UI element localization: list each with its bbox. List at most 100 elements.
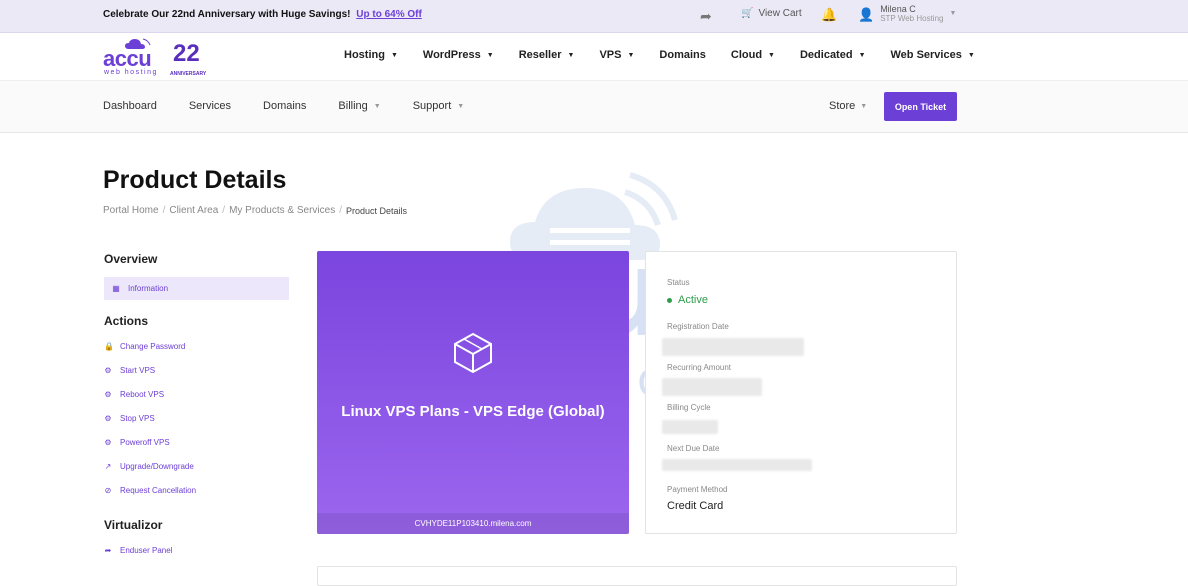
nav-label: Services	[188, 100, 232, 112]
product-name: Linux VPS Plans - VPS Edge (Global)	[341, 403, 605, 420]
promo-message: Celebrate Our 22nd Anniversary with Huge…	[103, 9, 351, 20]
action-upgrade-downgrade[interactable]: ↗ Upgrade/Downgrade	[104, 454, 289, 478]
payment-method-value: Credit Card	[667, 500, 724, 512]
nav-services[interactable]: Services	[189, 100, 231, 112]
menu-vps[interactable]: VPS ▼	[599, 49, 634, 61]
bottom-panel	[317, 566, 957, 586]
client-area-nav: Dashboard Services Domains Billing ▼ Supp…	[0, 81, 1188, 133]
breadcrumb-separator: /	[339, 205, 342, 216]
nav-label: Domains	[263, 100, 307, 112]
nav-label: Billing	[338, 100, 368, 112]
redacted-registration-date	[662, 338, 804, 356]
nav-store[interactable]: Store ▼	[829, 100, 867, 112]
billing-cycle-label: Billing Cycle	[667, 403, 711, 412]
dashboard-icon: ▦	[112, 284, 120, 293]
status-label: Status	[667, 278, 690, 287]
menu-reseller[interactable]: Reseller ▼	[519, 49, 575, 61]
nav-dashboard[interactable]: Dashboard	[103, 100, 157, 112]
menu-hosting[interactable]: Hosting ▼	[344, 49, 398, 61]
action-change-password[interactable]: 🔒 Change Password	[104, 334, 289, 358]
user-company: STP Web Hosting	[880, 14, 944, 23]
promo-bar: Celebrate Our 22nd Anniversary with Huge…	[0, 0, 1188, 33]
anniversary-number: 22	[173, 40, 200, 67]
breadcrumb-separator: /	[222, 205, 226, 216]
gears-icon: ⚙	[104, 437, 112, 447]
caret-down-icon: ▼	[390, 51, 398, 59]
breadcrumb-home[interactable]: Portal Home	[103, 205, 159, 216]
menu-dedicated[interactable]: Dedicated ▼	[800, 49, 866, 61]
status-text: Active	[678, 294, 708, 306]
lock-icon: 🔒	[104, 341, 114, 351]
menu-label: Dedicated	[799, 49, 853, 61]
redacted-recurring-amount	[662, 378, 762, 396]
action-label: Enduser Panel	[120, 545, 173, 555]
sidebar-item-information[interactable]: ▦ Information	[104, 277, 289, 300]
caret-down-icon: ▼	[457, 102, 465, 110]
view-cart-label: View Cart	[758, 8, 802, 19]
breadcrumb-products[interactable]: My Products & Services	[229, 205, 335, 216]
menu-label: VPS	[599, 49, 622, 61]
menu-cloud[interactable]: Cloud ▼	[731, 49, 775, 61]
nav-billing[interactable]: Billing ▼	[338, 100, 380, 112]
nav-domains[interactable]: Domains	[263, 100, 306, 112]
open-ticket-button[interactable]: Open Ticket	[884, 92, 957, 121]
chevron-down-icon: ▼	[949, 10, 957, 17]
share-icon[interactable]: ➦	[700, 8, 712, 25]
actions-heading: Actions	[104, 314, 149, 328]
caret-down-icon: ▼	[860, 102, 868, 110]
registration-date-label: Registration Date	[667, 322, 729, 331]
recurring-amount-label: Recurring Amount	[667, 363, 732, 372]
action-label: Upgrade/Downgrade	[120, 461, 194, 471]
ban-icon: ⊘	[104, 485, 112, 495]
caret-down-icon: ▼	[858, 51, 866, 59]
nav-support[interactable]: Support ▼	[413, 100, 464, 112]
promo-link[interactable]: Up to 64% Off	[356, 9, 422, 20]
menu-web-services[interactable]: Web Services ▼	[891, 49, 975, 61]
promo-text: Celebrate Our 22nd Anniversary with Huge…	[103, 9, 422, 20]
menu-label: Domains	[659, 49, 706, 61]
menu-wordpress[interactable]: WordPress ▼	[423, 49, 494, 61]
menu-label: Web Services	[890, 49, 962, 61]
external-link-icon: ↗	[104, 461, 112, 471]
sidebar-item-label: Information	[128, 284, 169, 293]
next-due-date-label: Next Due Date	[667, 444, 720, 453]
user-menu[interactable]: 👤 Milena C STP Web Hosting ▼	[858, 4, 956, 24]
action-enduser-panel[interactable]: ➦ Enduser Panel	[104, 538, 289, 562]
payment-method-label: Payment Method	[667, 485, 728, 494]
bell-icon[interactable]: 🔔	[821, 7, 837, 23]
anniversary-label: ANNIVERSARY	[170, 71, 207, 77]
gears-icon: ⚙	[104, 413, 112, 423]
page-title: Product Details	[103, 166, 287, 194]
client-nav-items: Dashboard Services Domains Billing ▼ Supp…	[103, 100, 496, 112]
store-label: Store	[829, 100, 856, 112]
breadcrumb: Portal Home / Client Area / My Products …	[103, 205, 407, 216]
action-request-cancellation[interactable]: ⊘ Request Cancellation	[104, 478, 289, 502]
gears-icon: ⚙	[104, 365, 112, 375]
menu-label: Cloud	[730, 49, 763, 61]
caret-down-icon: ▼	[373, 102, 381, 110]
action-label: Change Password	[120, 341, 186, 351]
overview-heading: Overview	[104, 252, 158, 266]
action-reboot-vps[interactable]: ⚙ Reboot VPS	[104, 382, 289, 406]
redacted-next-due-date	[662, 459, 812, 471]
caret-down-icon: ▼	[967, 51, 975, 59]
nav-label: Support	[412, 100, 452, 112]
caret-down-icon: ▼	[486, 51, 494, 59]
action-stop-vps[interactable]: ⚙ Stop VPS	[104, 406, 289, 430]
product-domain: CVHYDE11P103410.milena.com	[317, 513, 629, 534]
status-dot-icon	[667, 297, 672, 303]
menu-domains[interactable]: Domains	[659, 49, 705, 61]
breadcrumb-client-area[interactable]: Client Area	[169, 205, 218, 216]
cube-icon	[454, 332, 492, 374]
action-start-vps[interactable]: ⚙ Start VPS	[104, 358, 289, 382]
logo[interactable]: accu web hosting 22 ANNIVERSARY	[103, 38, 208, 78]
caret-down-icon: ▼	[627, 51, 635, 59]
action-poweroff-vps[interactable]: ⚙ Poweroff VPS	[104, 430, 289, 454]
view-cart-link[interactable]: 🛒 View Cart	[741, 8, 802, 19]
caret-down-icon: ▼	[567, 51, 575, 59]
action-label: Poweroff VPS	[120, 437, 170, 447]
caret-down-icon: ▼	[768, 51, 775, 59]
main-menu: Hosting ▼ WordPress ▼ Reseller ▼ VPS ▼ Domai…	[344, 49, 1000, 61]
menu-label: WordPress	[422, 49, 481, 61]
action-label: Reboot VPS	[120, 389, 165, 399]
